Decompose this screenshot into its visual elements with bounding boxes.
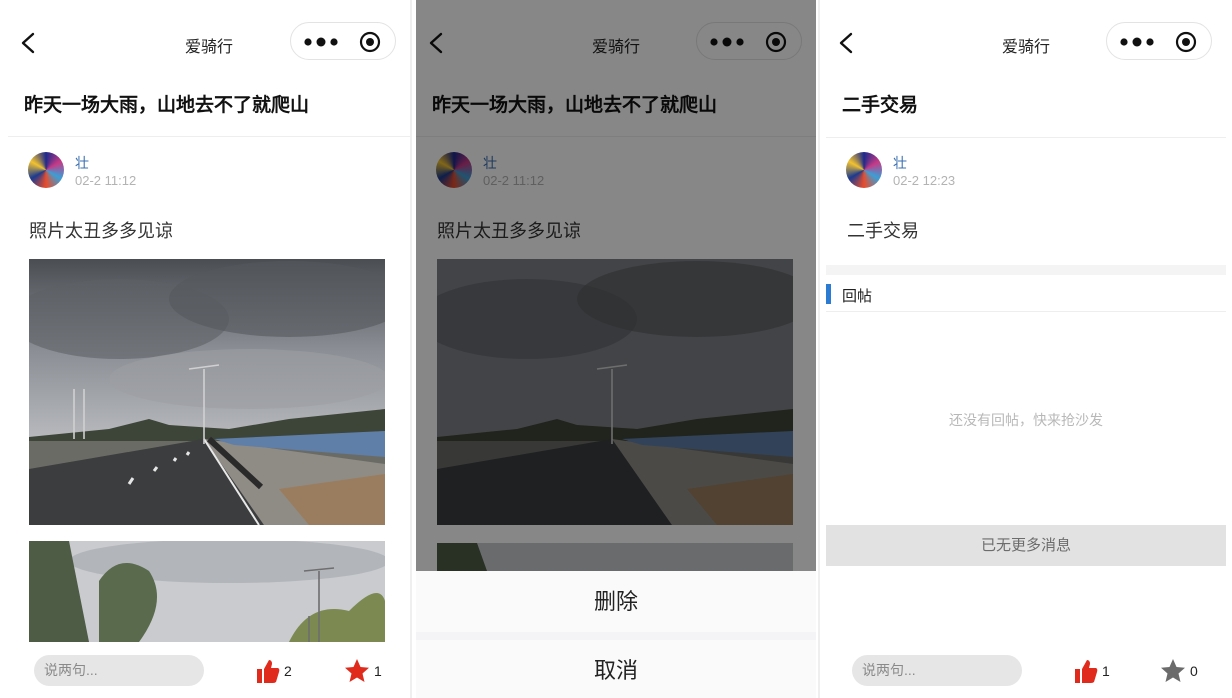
divider xyxy=(826,137,1226,138)
cancel-option[interactable]: 取消 xyxy=(416,640,816,698)
replies-header: 回帖 xyxy=(826,282,1226,310)
star-icon xyxy=(345,659,369,682)
section-accent-bar xyxy=(826,284,831,304)
post-photo-road[interactable] xyxy=(29,259,385,525)
avatar[interactable] xyxy=(28,152,64,188)
post-photo-trees[interactable] xyxy=(29,541,385,642)
thumbs-up-icon xyxy=(1075,660,1098,683)
post-time: 02-2 12:23 xyxy=(893,173,956,188)
mini-program-capsule xyxy=(290,22,396,60)
post-content: 照片太丑多多见谅 xyxy=(29,221,173,241)
divider xyxy=(826,311,1226,312)
no-more-messages: 已无更多消息 xyxy=(826,525,1226,566)
nav-bar: 爱骑行 xyxy=(8,20,410,66)
favorite-button[interactable]: 1 xyxy=(344,656,394,684)
replies-heading: 回帖 xyxy=(842,288,873,305)
comment-input[interactable]: 说两句... xyxy=(34,655,204,686)
avatar[interactable] xyxy=(846,152,882,188)
like-count: 2 xyxy=(284,663,292,679)
nav-bar: 爱骑行 xyxy=(826,20,1226,66)
like-count: 1 xyxy=(1102,663,1110,679)
like-button[interactable]: 1 xyxy=(1072,656,1122,684)
author-name[interactable]: 壮 xyxy=(893,153,907,173)
favorite-button[interactable]: 0 xyxy=(1160,656,1210,684)
post-time: 02-2 11:12 xyxy=(75,173,137,188)
thumbs-up-icon xyxy=(257,660,280,683)
panel-separator xyxy=(410,0,412,698)
mini-program-capsule xyxy=(1106,22,1212,60)
post-detail-screen-2: 爱骑行 昨天一场大雨，山地去不了就爬山 壮 02-2 11:12 照片太丑多多见… xyxy=(416,0,816,698)
more-dots-icon[interactable] xyxy=(303,32,339,52)
divider xyxy=(8,136,410,137)
post-content: 二手交易 xyxy=(847,221,919,241)
post-detail-screen-1: 爱骑行 昨天一场大雨，山地去不了就爬山 壮 02-2 11:12 照片太丑多多见… xyxy=(8,0,410,698)
post-detail-screen-3: 爱骑行 二手交易 壮 02-2 12:23 二手交易 回帖 还没有回帖，快来抢沙… xyxy=(826,0,1226,698)
close-miniprogram-icon[interactable] xyxy=(1175,31,1197,53)
more-dots-icon[interactable] xyxy=(1119,32,1155,52)
empty-replies-tip: 还没有回帖，快来抢沙发 xyxy=(949,412,1103,428)
action-sheet: 删除 取消 xyxy=(416,571,816,698)
section-gap xyxy=(826,265,1226,275)
post-title: 昨天一场大雨，山地去不了就爬山 xyxy=(24,95,310,116)
post-title: 二手交易 xyxy=(842,95,919,116)
favorite-count: 0 xyxy=(1190,663,1198,679)
close-miniprogram-icon[interactable] xyxy=(359,31,381,53)
comment-bar: 说两句... 2 1 xyxy=(8,642,410,698)
comment-bar: 说两句... 1 0 xyxy=(826,642,1226,698)
like-button[interactable]: 2 xyxy=(254,656,304,684)
comment-input[interactable]: 说两句... xyxy=(852,655,1022,686)
panel-separator xyxy=(818,0,820,698)
favorite-count: 1 xyxy=(374,663,382,679)
delete-option[interactable]: 删除 xyxy=(416,571,816,632)
author-name[interactable]: 壮 xyxy=(75,153,89,173)
star-icon xyxy=(1161,659,1185,682)
